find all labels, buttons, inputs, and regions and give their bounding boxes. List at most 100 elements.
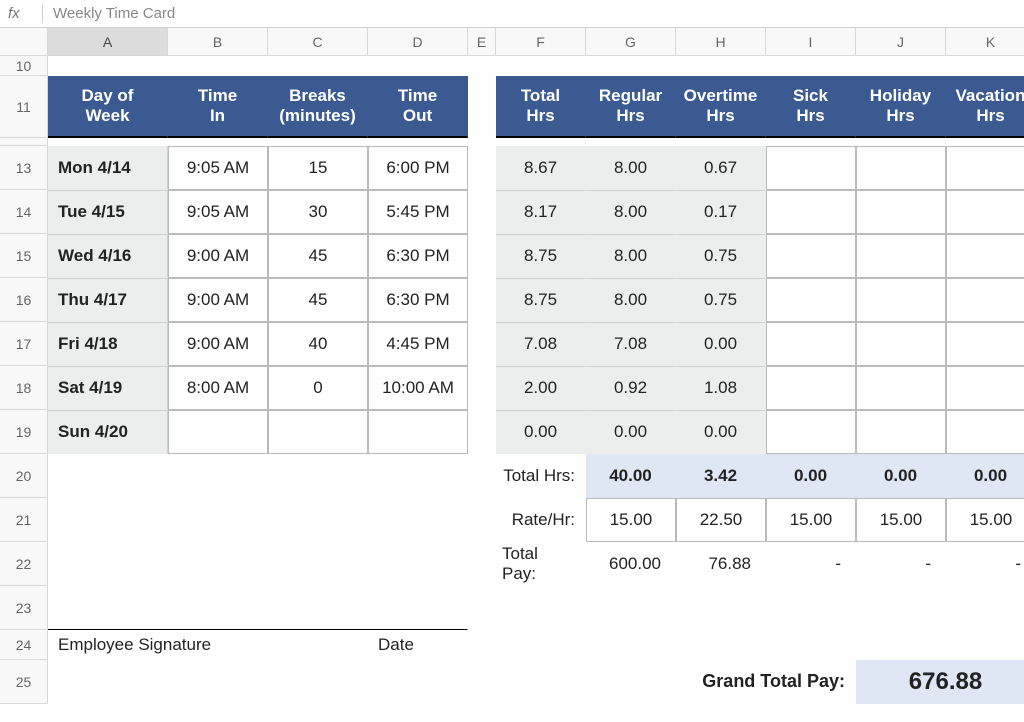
row-header-23[interactable]: 23 (0, 586, 48, 630)
cell[interactable] (496, 586, 586, 630)
formula-bar[interactable]: fx Weekly Time Card (0, 0, 1024, 28)
cell[interactable] (468, 586, 496, 630)
cell[interactable] (368, 454, 468, 498)
hdr-timeout[interactable]: TimeOut (368, 76, 468, 138)
hdr-total[interactable]: TotalHrs (496, 76, 586, 138)
hol-cell[interactable] (856, 410, 946, 454)
row-header-11[interactable]: 11 (0, 76, 48, 138)
cell[interactable] (856, 586, 946, 630)
gap-cell[interactable] (468, 410, 496, 454)
summary-label[interactable]: Total Hrs: (496, 454, 586, 498)
total-cell[interactable]: 8.17 (496, 190, 586, 234)
cell[interactable] (496, 660, 586, 704)
signature-line[interactable] (48, 586, 468, 630)
row-header-14[interactable]: 14 (0, 190, 48, 234)
total-cell[interactable]: 0.00 (496, 410, 586, 454)
row-header-24[interactable]: 24 (0, 630, 48, 660)
total-cell[interactable]: 7.08 (496, 322, 586, 366)
breaks-cell[interactable] (268, 410, 368, 454)
timeout-cell[interactable]: 10:00 AM (368, 366, 468, 410)
col-header-K[interactable]: K (946, 28, 1024, 56)
hdr-sick[interactable]: SickHrs (766, 76, 856, 138)
vac-cell[interactable] (946, 410, 1024, 454)
timeout-cell[interactable]: 6:00 PM (368, 146, 468, 190)
cell[interactable] (676, 630, 766, 660)
spreadsheet-grid[interactable]: A B C D E F G H I J K 10 11 Day ofWeek T… (0, 28, 1024, 704)
cell[interactable] (168, 660, 268, 704)
reg-cell[interactable]: 0.92 (586, 366, 676, 410)
cell[interactable] (946, 630, 1024, 660)
cell[interactable] (268, 498, 368, 542)
total-cell[interactable]: 8.67 (496, 146, 586, 190)
gap-cell[interactable] (468, 322, 496, 366)
timein-cell[interactable]: 9:00 AM (168, 278, 268, 322)
summary-vac[interactable]: 15.00 (946, 498, 1024, 542)
col-header-G[interactable]: G (586, 28, 676, 56)
vac-cell[interactable] (946, 322, 1024, 366)
sick-cell[interactable] (766, 366, 856, 410)
pay-vac[interactable]: - (946, 542, 1024, 586)
hdr-hol[interactable]: HolidayHrs (856, 76, 946, 138)
hol-cell[interactable] (856, 234, 946, 278)
col-header-J[interactable]: J (856, 28, 946, 56)
gap-cell[interactable] (468, 234, 496, 278)
ot-cell[interactable]: 0.17 (676, 190, 766, 234)
timein-cell[interactable]: 9:00 AM (168, 322, 268, 366)
vac-cell[interactable] (946, 146, 1024, 190)
cell[interactable] (168, 454, 268, 498)
row-header-20[interactable]: 20 (0, 454, 48, 498)
col-header-C[interactable]: C (268, 28, 368, 56)
timeout-cell[interactable]: 6:30 PM (368, 234, 468, 278)
timeout-cell[interactable] (368, 410, 468, 454)
pay-sick[interactable]: - (766, 542, 856, 586)
col-header-H[interactable]: H (676, 28, 766, 56)
day-cell[interactable]: Thu 4/17 (48, 278, 168, 322)
summary-label[interactable]: Total Pay: (496, 542, 586, 586)
day-cell[interactable]: Sun 4/20 (48, 410, 168, 454)
cell[interactable] (268, 542, 368, 586)
col-header-A[interactable]: A (48, 28, 168, 56)
col-header-D[interactable]: D (368, 28, 468, 56)
cell[interactable] (766, 630, 856, 660)
summary-hol[interactable]: 0.00 (856, 454, 946, 498)
cell[interactable] (468, 76, 496, 138)
cell[interactable] (48, 542, 168, 586)
vac-cell[interactable] (946, 278, 1024, 322)
total-cell[interactable]: 2.00 (496, 366, 586, 410)
gap-cell[interactable] (468, 146, 496, 190)
row-header-15[interactable]: 15 (0, 234, 48, 278)
hdr-reg[interactable]: RegularHrs (586, 76, 676, 138)
breaks-cell[interactable]: 15 (268, 146, 368, 190)
cell[interactable] (268, 660, 368, 704)
cell[interactable] (268, 454, 368, 498)
row-header-22[interactable]: 22 (0, 542, 48, 586)
reg-cell[interactable]: 7.08 (586, 322, 676, 366)
cell[interactable] (468, 498, 496, 542)
hdr-breaks[interactable]: Breaks(minutes) (268, 76, 368, 138)
cell[interactable] (48, 454, 168, 498)
ot-cell[interactable]: 0.00 (676, 322, 766, 366)
gap-cell[interactable] (468, 190, 496, 234)
pay-reg[interactable]: 600.00 (586, 542, 676, 586)
vac-cell[interactable] (946, 366, 1024, 410)
sick-cell[interactable] (766, 190, 856, 234)
cell[interactable] (468, 542, 496, 586)
hol-cell[interactable] (856, 322, 946, 366)
row-header-21[interactable]: 21 (0, 498, 48, 542)
breaks-cell[interactable]: 0 (268, 366, 368, 410)
cell[interactable] (48, 660, 168, 704)
timein-cell[interactable]: 8:00 AM (168, 366, 268, 410)
row-header-16[interactable]: 16 (0, 278, 48, 322)
cell[interactable] (766, 586, 856, 630)
gap-cell[interactable] (468, 278, 496, 322)
timeout-cell[interactable]: 5:45 PM (368, 190, 468, 234)
col-header-B[interactable]: B (168, 28, 268, 56)
col-header-E[interactable]: E (468, 28, 496, 56)
cell[interactable] (468, 660, 496, 704)
ot-cell[interactable]: 0.67 (676, 146, 766, 190)
total-cell[interactable]: 8.75 (496, 278, 586, 322)
cell[interactable] (368, 660, 468, 704)
cell[interactable] (856, 630, 946, 660)
cell[interactable] (268, 630, 368, 660)
gap-cell[interactable] (468, 366, 496, 410)
